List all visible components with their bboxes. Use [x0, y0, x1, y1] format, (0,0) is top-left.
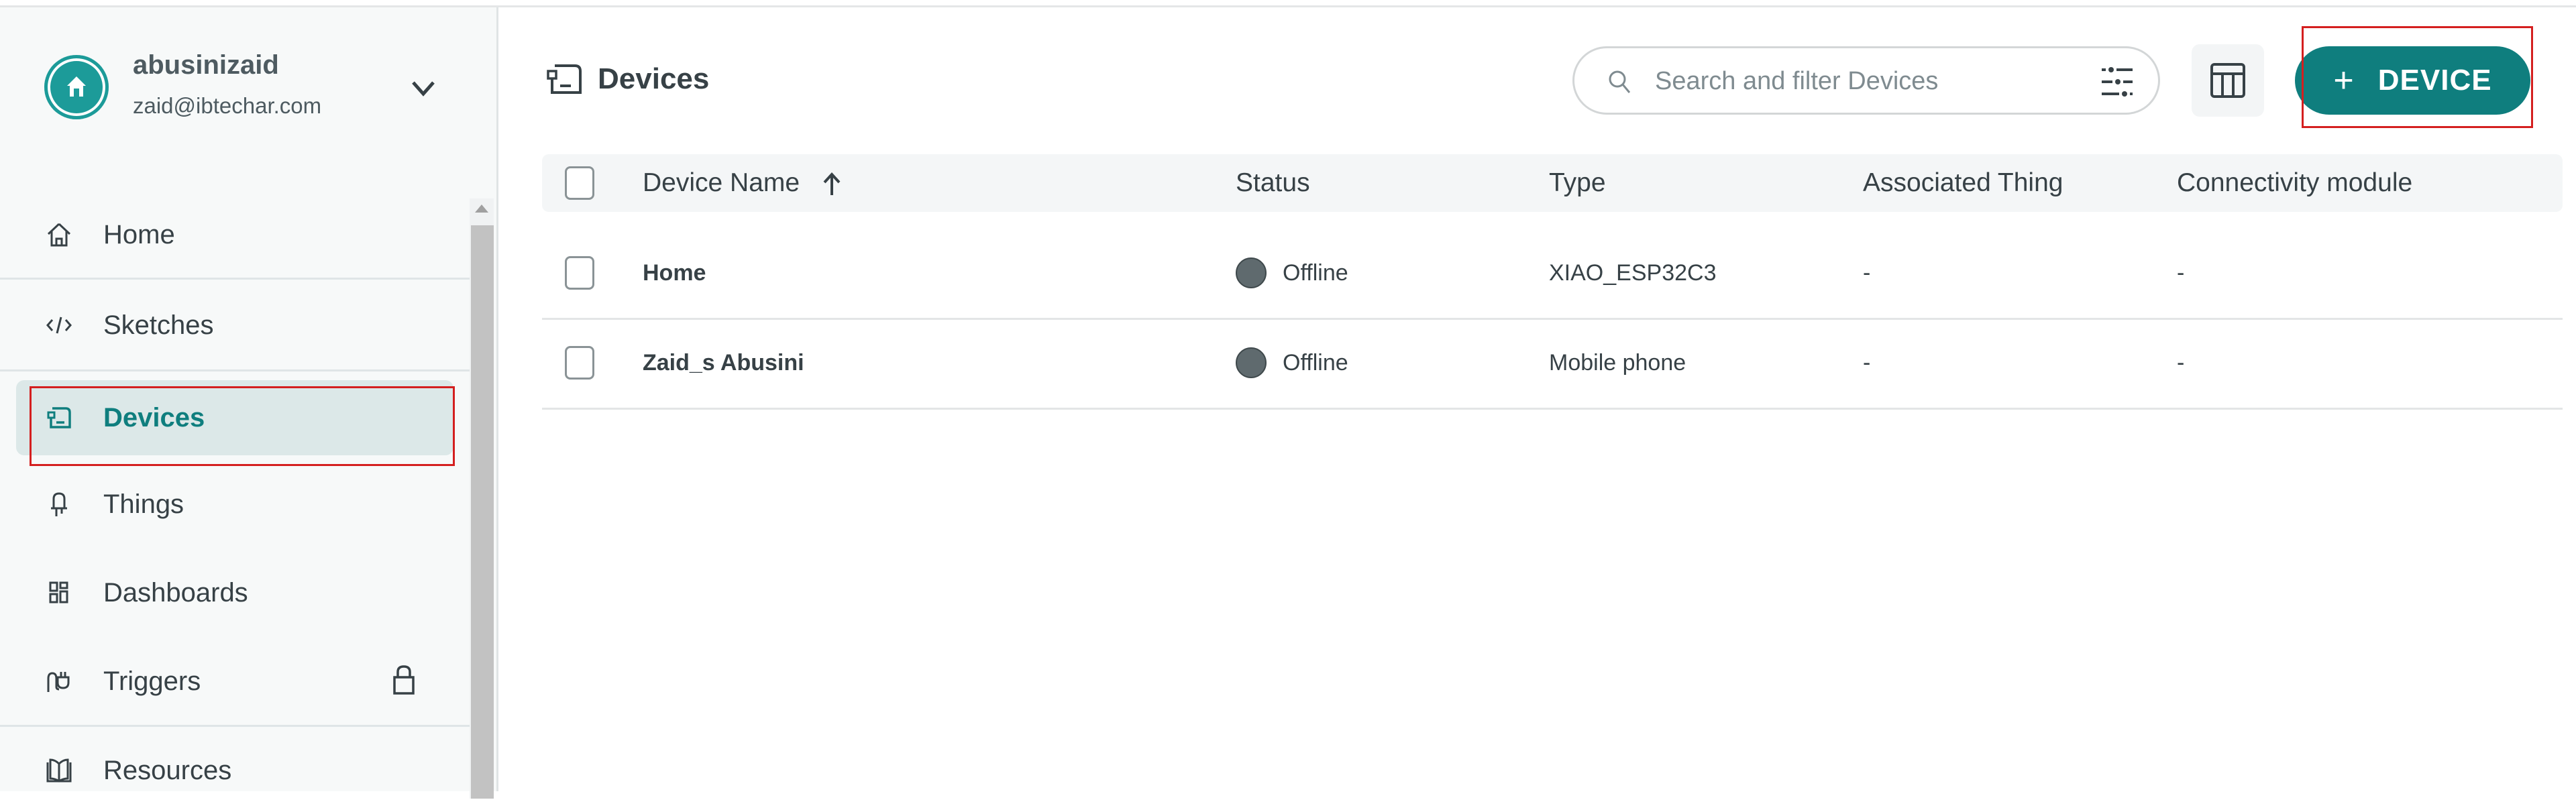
table-columns-button[interactable]: [2192, 44, 2264, 117]
table-row[interactable]: Home Offline XIAO_ESP32C3 - -: [542, 228, 2563, 320]
filter-sliders-icon[interactable]: [2099, 66, 2135, 98]
column-header-type[interactable]: Type: [1549, 154, 1606, 212]
row-checkbox[interactable]: [565, 256, 594, 290]
table-columns-icon: [2210, 63, 2245, 98]
column-header-associated-thing[interactable]: Associated Thing: [1863, 154, 2063, 212]
account-menu-chevron-down-icon[interactable]: [407, 72, 440, 105]
device-name[interactable]: Home: [643, 228, 706, 318]
page-title: Devices: [545, 62, 709, 97]
book-icon: [46, 757, 72, 784]
led-icon: [46, 491, 72, 518]
nav-divider: [0, 369, 470, 371]
column-header-status[interactable]: Status: [1236, 154, 1310, 212]
search-input[interactable]: [1654, 62, 2072, 101]
device-type: Mobile phone: [1549, 350, 1686, 376]
dashboard-icon: [46, 579, 72, 606]
column-header-connectivity-module[interactable]: Connectivity module: [2177, 154, 2412, 212]
row-checkbox[interactable]: [565, 346, 594, 380]
device-type: XIAO_ESP32C3: [1549, 260, 1717, 286]
sidebar-item-label: Home: [103, 219, 175, 249]
search-icon: [1609, 70, 1631, 93]
page-title-label: Devices: [598, 62, 710, 95]
code-icon: [46, 312, 72, 339]
sidebar-item-label: Dashboards: [103, 577, 248, 608]
lock-icon: [392, 664, 416, 696]
device-associated-thing: -: [1863, 260, 1871, 286]
status-offline-dot-icon: [1236, 257, 1267, 288]
annotation-highlight-add-device: [2302, 26, 2533, 128]
sidebar-item-label: Sketches: [103, 310, 214, 340]
sidebar-item-dashboards[interactable]: Dashboards: [16, 555, 453, 630]
sidebar-item-resources[interactable]: Resources: [16, 733, 453, 808]
sidebar-item-sketches[interactable]: Sketches: [16, 288, 453, 363]
account-email: zaid@ibtechar.com: [133, 93, 322, 118]
search-box[interactable]: [1572, 46, 2160, 115]
nav-divider: [0, 278, 470, 280]
table-header: Device Name Status Type Associated Thing…: [542, 154, 2563, 212]
status-offline-dot-icon: [1236, 347, 1267, 378]
device-associated-thing: -: [1863, 350, 1871, 376]
device-connectivity-module: -: [2177, 260, 2185, 286]
top-border: [0, 0, 2576, 7]
sidebar-item-label: Things: [103, 489, 184, 519]
select-all-checkbox[interactable]: [565, 166, 594, 200]
plug-icon: [46, 668, 72, 695]
nav-divider: [0, 725, 470, 727]
table-row[interactable]: Zaid_s Abusini Offline Mobile phone - -: [542, 318, 2563, 410]
sidebar-item-label: Resources: [103, 755, 232, 785]
account-username: abusinizaid: [133, 50, 279, 80]
column-header-device-name[interactable]: Device Name: [643, 154, 842, 212]
column-header-label: Device Name: [643, 168, 800, 197]
sidebar-scrollbar-thumb[interactable]: [471, 225, 494, 799]
sidebar-item-home[interactable]: Home: [16, 197, 453, 272]
device-name[interactable]: Zaid_s Abusini: [643, 318, 804, 408]
home-avatar-icon: [67, 76, 86, 97]
device-status: Offline: [1283, 350, 1348, 376]
device-status: Offline: [1283, 260, 1348, 286]
device-connectivity-module: -: [2177, 350, 2185, 376]
annotation-highlight-devices: [30, 386, 455, 466]
sidebar: abusinizaid zaid@ibtechar.com Home Sketc…: [0, 7, 498, 799]
device-icon: [547, 64, 582, 94]
sidebar-item-triggers[interactable]: Triggers: [16, 644, 453, 719]
sort-ascending-arrow-icon[interactable]: [822, 171, 842, 198]
home-icon: [46, 221, 72, 248]
scroll-up-arrow-icon[interactable]: [475, 205, 488, 213]
sidebar-item-label: Triggers: [103, 666, 201, 696]
account-avatar[interactable]: [44, 55, 109, 119]
sidebar-item-things[interactable]: Things: [16, 467, 453, 542]
